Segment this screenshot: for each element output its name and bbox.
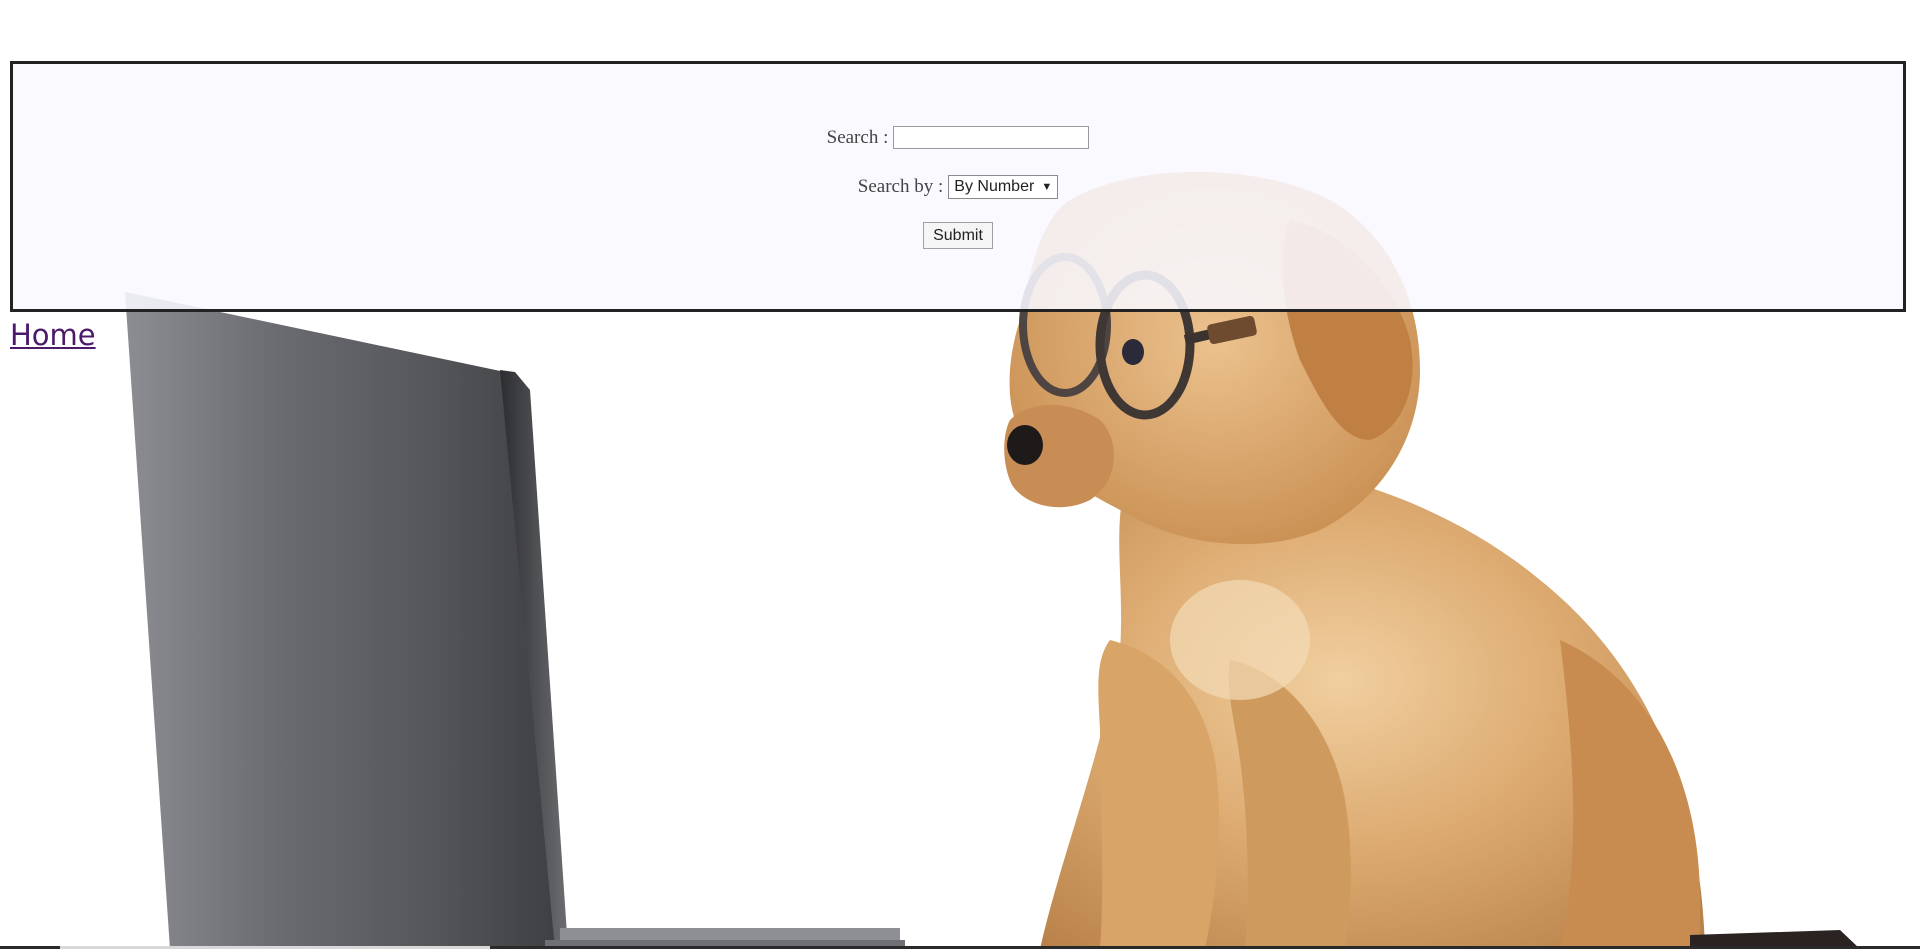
search-by-select[interactable]: By Number ▼ — [948, 175, 1059, 199]
submit-row: Submit — [13, 222, 1903, 249]
page: Search : Search by : By Number ▼ Submit … — [0, 0, 1920, 949]
laptop-shape — [125, 292, 905, 949]
search-by-label: Search by : — [857, 176, 944, 197]
search-label: Search : — [826, 126, 889, 148]
search-form-panel: Search : Search by : By Number ▼ Submit — [10, 61, 1906, 312]
home-link[interactable]: Home — [10, 318, 96, 352]
search-input[interactable] — [893, 126, 1090, 149]
submit-button[interactable]: Submit — [923, 222, 993, 249]
search-by-row: Search by : By Number ▼ — [13, 175, 1903, 199]
search-by-selected-value: By Number — [954, 178, 1035, 195]
search-row: Search : — [13, 126, 1903, 149]
chevron-down-icon: ▼ — [1041, 181, 1053, 193]
